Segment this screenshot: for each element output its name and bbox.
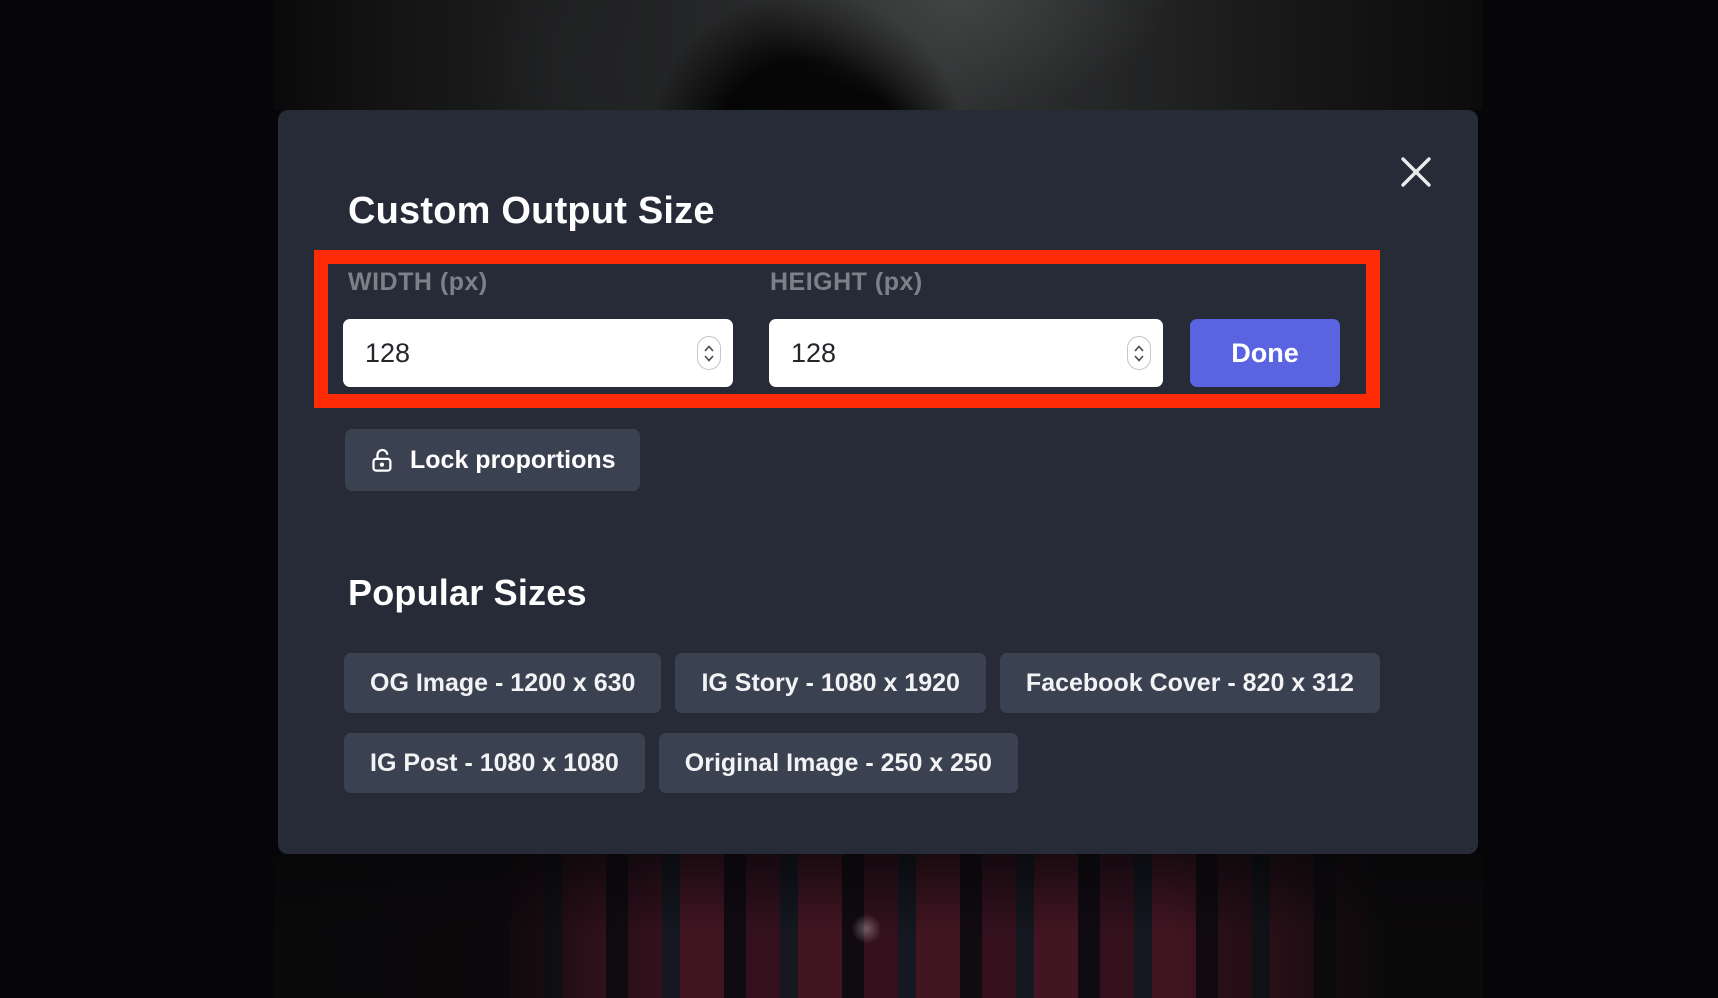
custom-output-size-dialog: Custom Output Size WIDTH (px) HEIGHT (px… [278,110,1478,854]
dialog-title: Custom Output Size [348,190,715,233]
size-preset-button[interactable]: Facebook Cover - 820 x 312 [1000,653,1380,713]
height-stepper[interactable] [1127,336,1151,370]
app-stage: Custom Output Size WIDTH (px) HEIGHT (px… [0,0,1718,998]
height-field-wrap [769,319,1163,387]
chevron-up-icon [1134,345,1144,352]
width-input[interactable] [343,319,733,387]
close-button[interactable] [1390,146,1442,198]
popular-sizes-heading: Popular Sizes [348,572,587,614]
chevron-down-icon [704,355,714,362]
popular-sizes-row-2: IG Post - 1080 x 1080Original Image - 25… [344,733,1018,793]
size-preset-button[interactable]: Original Image - 250 x 250 [659,733,1018,793]
width-field-wrap [343,319,733,387]
done-button[interactable]: Done [1190,319,1340,387]
unlock-icon [369,447,396,474]
chevron-down-icon [1134,355,1144,362]
size-preset-button[interactable]: OG Image - 1200 x 630 [344,653,661,713]
popular-sizes-row-1: OG Image - 1200 x 630IG Story - 1080 x 1… [344,653,1380,713]
height-field-label: HEIGHT (px) [770,268,923,297]
lock-proportions-button[interactable]: Lock proportions [345,429,640,491]
width-field-label: WIDTH (px) [348,268,488,297]
height-input[interactable] [769,319,1163,387]
size-preset-button[interactable]: IG Story - 1080 x 1920 [675,653,985,713]
lock-proportions-label: Lock proportions [410,446,616,475]
size-preset-button[interactable]: IG Post - 1080 x 1080 [344,733,645,793]
background-photo-bottom [274,854,1483,998]
background-photo-top [274,0,1483,110]
chevron-up-icon [704,345,714,352]
close-icon [1398,154,1434,190]
width-stepper[interactable] [697,336,721,370]
